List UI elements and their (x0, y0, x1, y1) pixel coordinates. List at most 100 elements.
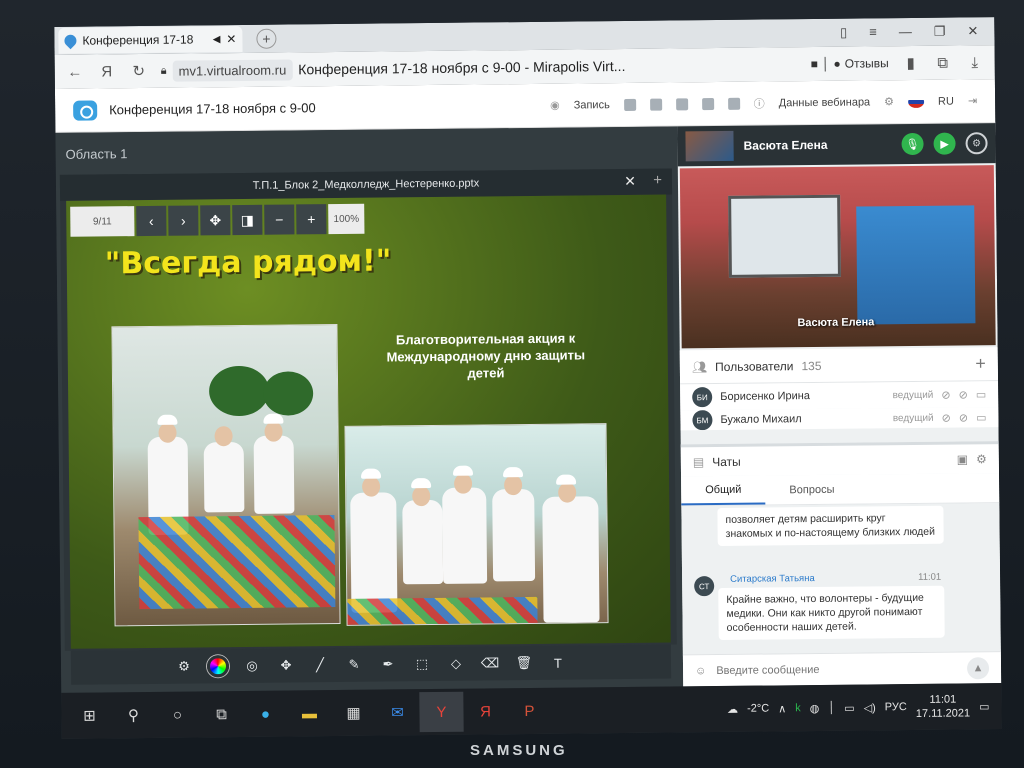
chat-settings-icon[interactable]: ⚙ (976, 452, 987, 466)
color-picker-icon[interactable] (206, 655, 230, 678)
tab-close-icon[interactable]: ✕ (226, 32, 236, 46)
record-label[interactable]: Запись (574, 99, 610, 111)
info-icon[interactable]: ⓘ (754, 95, 765, 111)
screen-share-icon[interactable] (649, 98, 662, 111)
cortana-icon[interactable]: ○ (155, 694, 199, 734)
message-input[interactable] (716, 662, 917, 677)
shape-icon[interactable]: ◇ (445, 653, 467, 675)
file-explorer-icon[interactable]: ▬ (287, 693, 331, 733)
page-indicator[interactable]: 9/11 (70, 206, 135, 237)
weather-temp[interactable]: -2°C (747, 702, 769, 714)
text-tool-icon[interactable]: T (547, 652, 569, 674)
cap-shape (263, 413, 284, 424)
task-view-icon[interactable]: ⧉ (199, 694, 243, 734)
cap-shape (556, 474, 577, 485)
russia-flag-icon (907, 95, 925, 108)
tab-questions[interactable]: Вопросы (765, 475, 858, 505)
tab-general[interactable]: Общий (681, 475, 766, 506)
edge-browser-icon[interactable]: ● (243, 694, 287, 734)
cap-shape (452, 465, 474, 476)
prev-slide-icon[interactable]: ‹ (136, 205, 167, 237)
kaspersky-icon[interactable]: k (795, 702, 801, 714)
volume-icon[interactable]: ◁) (864, 701, 876, 714)
add-user-icon[interactable]: + (975, 353, 986, 374)
grid-icon[interactable] (623, 98, 636, 111)
bookmarks-icon[interactable]: ▯ (840, 25, 847, 41)
pen-icon[interactable]: ✒ (377, 653, 399, 675)
move-icon[interactable]: ✥ (200, 205, 231, 236)
camera-icon[interactable]: ▶ (933, 132, 956, 155)
user-row[interactable]: БИ Борисенко Ирина ведущий ⊘ ⊘ ▭ (680, 381, 999, 411)
maximize-button[interactable]: ❐ (934, 24, 946, 40)
user-row[interactable]: БМ Бужало Михаил ведущий ⊘ ⊘ ▭ (680, 407, 999, 431)
eraser-icon[interactable]: ⌫ (479, 652, 501, 674)
new-tab-button[interactable]: + (256, 28, 277, 49)
store-icon[interactable]: ▦ (331, 693, 375, 733)
exit-icon[interactable]: ⇥ (968, 94, 977, 107)
tray-chevron-icon[interactable]: ∧ (778, 702, 786, 715)
tab-audio-icon[interactable]: ◀ (213, 34, 221, 45)
mic-off-icon[interactable]: ⊘ (941, 388, 950, 401)
close-window-button[interactable]: ✕ (967, 23, 978, 39)
fit-icon[interactable]: ◨ (232, 204, 263, 236)
mic-off-icon[interactable]: ⊘ (942, 411, 951, 424)
powerpoint-icon[interactable]: P (507, 691, 551, 731)
trash-icon[interactable]: 🗑︎ (513, 652, 535, 674)
brush-icon[interactable]: ╱ (309, 654, 331, 676)
users-icon: 👥︎ (691, 359, 708, 374)
video-thumbnail[interactable] (685, 130, 734, 162)
reload-icon[interactable]: ↻ (129, 62, 149, 80)
user-icon[interactable] (727, 97, 740, 110)
zoom-level[interactable]: 100% (328, 203, 365, 235)
camera-off-icon[interactable]: ⊘ (959, 388, 968, 401)
windows-start-icon[interactable]: ⊞ (67, 695, 111, 735)
yandex-icon[interactable]: Я (463, 691, 507, 731)
viewer-add-icon[interactable]: + (653, 172, 662, 189)
tray-camera-icon[interactable]: ◍ (810, 701, 820, 714)
tray-mic-icon[interactable]: │ (828, 702, 835, 714)
network-icon[interactable]: ▭ (844, 701, 855, 714)
video-settings-icon[interactable]: ⚙ (965, 132, 988, 155)
download-icon[interactable]: ⤓ (965, 54, 985, 71)
zoom-in-icon[interactable]: + (296, 204, 327, 235)
camera-off-icon[interactable]: ⊘ (959, 411, 968, 424)
emoji-icon[interactable]: ☺ (695, 665, 706, 677)
menu-icon[interactable]: ≡ (869, 24, 877, 40)
notifications-icon[interactable]: ▭ (979, 700, 990, 713)
move-tool-icon[interactable]: ✥ (275, 654, 297, 676)
extensions-icon[interactable]: ⧉ (933, 54, 953, 71)
language-selector[interactable]: RU (938, 95, 954, 107)
zoom-out-icon[interactable]: − (264, 204, 295, 235)
send-icon[interactable]: ▲ (966, 656, 990, 679)
folder-icon[interactable] (701, 97, 714, 110)
browser-tab[interactable]: Конференция 17-18 ◀ ✕ (58, 25, 243, 54)
screen-icon[interactable]: ▭ (976, 411, 987, 424)
yandex-icon[interactable]: Я (97, 63, 117, 80)
bookmark-icon[interactable]: ▮ (901, 54, 921, 72)
next-slide-icon[interactable]: › (168, 205, 199, 236)
conference-title: Конференция 17-18 ноября с 9-00 (109, 100, 316, 118)
settings-gear-icon[interactable]: ⚙ (173, 656, 195, 678)
settings-gear-icon[interactable]: ⚙ (884, 95, 894, 108)
minimize-button[interactable]: — (899, 24, 912, 40)
head-shape (412, 486, 431, 507)
reviews-button[interactable]: ■ │ ● Отзывы (811, 56, 889, 71)
back-icon[interactable]: ← (65, 63, 85, 80)
url-field[interactable]: 🔒︎ mv1.virtualroom.ru Конференция 17-18 … (161, 55, 626, 82)
clock[interactable]: 11:01 17.11.2021 (916, 692, 971, 721)
whiteboard-icon[interactable] (675, 97, 688, 110)
search-icon[interactable]: ⚲ (111, 695, 155, 735)
pointer-icon[interactable]: ◎ (241, 655, 263, 677)
mail-icon[interactable]: ✉ (375, 692, 419, 732)
chat-window-icon[interactable]: ▣ (957, 452, 968, 466)
viewer-close-icon[interactable]: ✕ (624, 173, 636, 190)
crop-icon[interactable]: ⬚ (411, 653, 433, 675)
screen-icon[interactable]: ▭ (976, 388, 987, 401)
person-shape (492, 488, 536, 582)
input-language[interactable]: РУС (885, 701, 907, 713)
yandex-browser-icon[interactable]: Y (419, 691, 464, 733)
webinar-data-button[interactable]: Данные вебинара (779, 96, 871, 109)
pencil-icon[interactable]: ✎ (343, 654, 365, 676)
microphone-icon[interactable]: 🎙︎ (901, 132, 924, 156)
record-icon[interactable]: ◉ (550, 99, 560, 112)
